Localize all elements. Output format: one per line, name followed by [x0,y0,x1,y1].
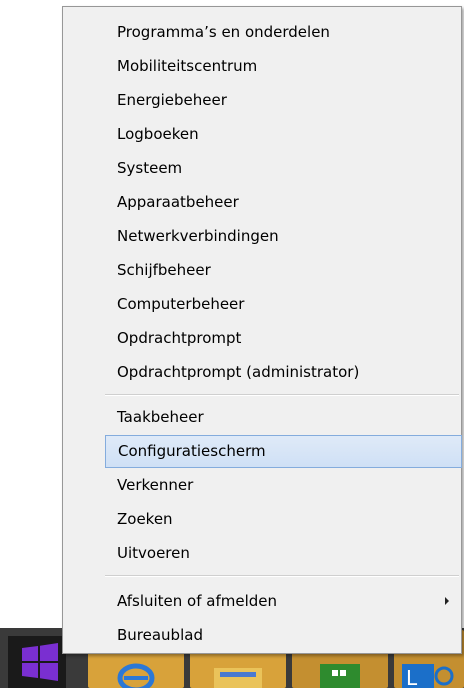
menu-item-search[interactable]: Zoeken [103,503,461,536]
menu-item-task-manager[interactable]: Taakbeheer [103,401,461,434]
svg-text:L: L [406,666,418,688]
windows-logo-icon [22,643,58,681]
menu-item-file-explorer[interactable]: Verkenner [103,469,461,502]
menu-item-event-viewer[interactable]: Logboeken [103,118,461,151]
menu-item-network-connections[interactable]: Netwerkverbindingen [103,220,461,253]
menu-item-computer-management[interactable]: Computerbeheer [103,288,461,321]
menu-item-programs-features[interactable]: Programma’s en onderdelen [103,16,461,49]
menu-separator [105,394,459,396]
menu-item-mobility-center[interactable]: Mobiliteitscentrum [103,50,461,83]
menu-item-system[interactable]: Systeem [103,152,461,185]
menu-item-control-panel[interactable]: Configuratiescherm [105,435,462,468]
menu-item-disk-management[interactable]: Schijfbeheer [103,254,461,287]
menu-item-run[interactable]: Uitvoeren [103,537,461,570]
menu-item-shutdown-signout[interactable]: Afsluiten of afmelden [103,585,461,618]
menu-item-command-prompt[interactable]: Opdrachtprompt [103,322,461,355]
menu-item-device-manager[interactable]: Apparaatbeheer [103,186,461,219]
menu-item-command-prompt-admin[interactable]: Opdrachtprompt (administrator) [103,356,461,389]
menu-item-label: Afsluiten of afmelden [117,592,278,610]
menu-item-power-options[interactable]: Energiebeheer [103,84,461,117]
winx-context-menu: Programma’s en onderdelen Mobiliteitscen… [62,6,462,654]
menu-separator [105,575,459,577]
chevron-right-icon [445,597,449,605]
menu-item-desktop[interactable]: Bureaublad [103,619,461,652]
